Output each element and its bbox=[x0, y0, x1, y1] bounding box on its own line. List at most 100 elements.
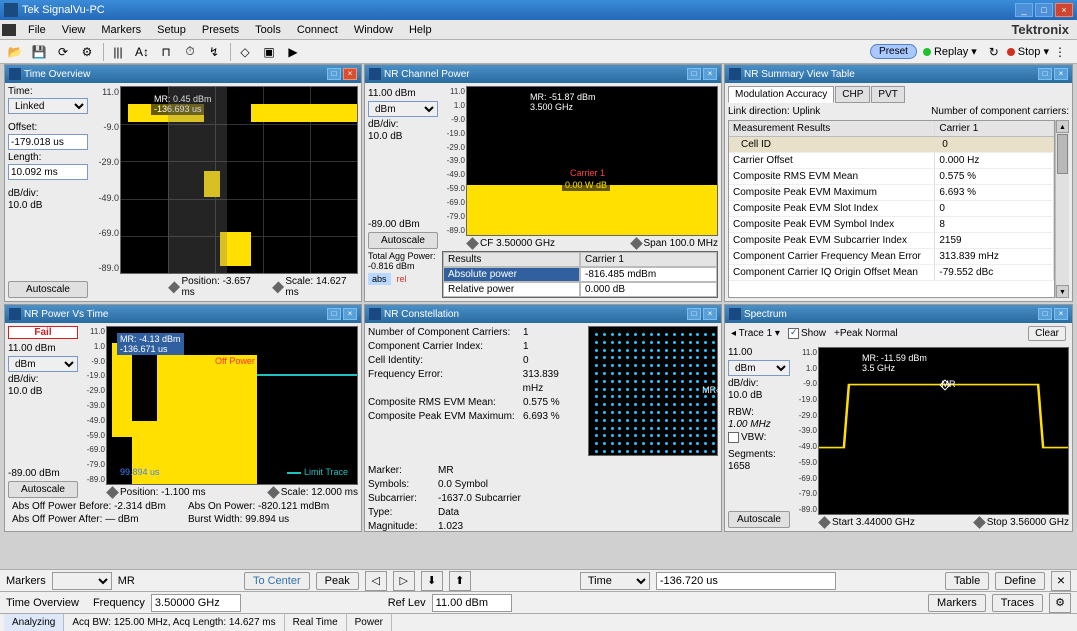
row-key[interactable]: Component Carrier Frequency Mean Error bbox=[729, 249, 935, 264]
row-key[interactable]: Carrier Offset bbox=[729, 153, 935, 168]
preset-button[interactable]: Preset bbox=[870, 44, 917, 59]
offset-input[interactable] bbox=[8, 134, 88, 150]
vbw-label: VBW: bbox=[741, 432, 766, 443]
row-key[interactable]: Component Carrier IQ Origin Offset Mean bbox=[729, 265, 935, 280]
time-overview-plot[interactable]: 11.0-9.0-29.0-49.0-69.0-89.0 MR: 0.45 dB… bbox=[120, 86, 358, 274]
scroll-thumb[interactable] bbox=[1057, 134, 1068, 174]
freq-input[interactable] bbox=[151, 594, 241, 612]
menu-markers[interactable]: Markers bbox=[93, 22, 149, 38]
constellation-plot[interactable]: MR◇ bbox=[588, 326, 718, 456]
panel-close-button[interactable]: × bbox=[703, 308, 717, 320]
replay-control[interactable]: Replay ▾ bbox=[923, 45, 977, 58]
panel-max-button[interactable]: □ bbox=[687, 68, 701, 80]
prev-peak-icon[interactable]: ◁ bbox=[365, 571, 387, 591]
vbw-checkbox[interactable] bbox=[728, 432, 739, 443]
unit-select[interactable]: dBm bbox=[728, 360, 790, 376]
panel-max-button[interactable]: □ bbox=[1038, 308, 1052, 320]
peak-down-icon[interactable]: ⬇ bbox=[421, 571, 443, 591]
close-markers-button[interactable]: × bbox=[1051, 571, 1071, 591]
panel-close-button[interactable]: × bbox=[703, 68, 717, 80]
time-select[interactable]: Time bbox=[580, 572, 650, 590]
show-checkbox[interactable] bbox=[788, 328, 799, 339]
menu-setup[interactable]: Setup bbox=[149, 22, 194, 38]
peak-up-icon[interactable]: ⬆ bbox=[449, 571, 471, 591]
tab-pvt[interactable]: PVT bbox=[871, 86, 904, 103]
row-key[interactable]: Composite Peak EVM Slot Index bbox=[729, 201, 935, 216]
play-icon[interactable]: ▶ bbox=[282, 42, 304, 62]
more-icon[interactable]: ⋮ bbox=[1049, 42, 1071, 62]
time-select[interactable]: Linked bbox=[8, 98, 88, 114]
rel-power-label[interactable]: Relative power bbox=[443, 282, 580, 297]
panel-close-button[interactable]: × bbox=[343, 308, 357, 320]
rel-button[interactable]: rel bbox=[393, 273, 411, 285]
menu-window[interactable]: Window bbox=[346, 22, 401, 38]
spectrum-icon[interactable]: ||| bbox=[107, 42, 129, 62]
panel-close-button[interactable]: × bbox=[1054, 68, 1068, 80]
menu-tools[interactable]: Tools bbox=[247, 22, 289, 38]
marker-tool-icon[interactable]: ◇ bbox=[234, 42, 256, 62]
scrollbar[interactable]: ▲▼ bbox=[1055, 120, 1069, 298]
traces-button[interactable]: Traces bbox=[992, 594, 1043, 612]
bandwidth-icon[interactable]: ⊓ bbox=[155, 42, 177, 62]
stop-control[interactable]: Stop ▾ bbox=[1007, 45, 1049, 58]
tab-mod-acc[interactable]: Modulation Accuracy bbox=[728, 86, 834, 103]
app-menu-icon[interactable] bbox=[2, 24, 16, 36]
autoscale-button[interactable]: Autoscale bbox=[8, 481, 78, 498]
table-button[interactable]: Table bbox=[945, 572, 989, 590]
power-vs-time-plot[interactable]: Clear 11.01.0-9.0-19.0-29.0-39.0-49.0-59… bbox=[106, 326, 358, 485]
refresh-icon[interactable]: ⟳ bbox=[52, 42, 74, 62]
menu-presets[interactable]: Presets bbox=[194, 22, 247, 38]
unit-select[interactable]: dBm bbox=[368, 101, 438, 117]
to-center-button[interactable]: To Center bbox=[244, 572, 310, 590]
length-input[interactable] bbox=[8, 164, 88, 180]
autoscale-button[interactable]: Autoscale bbox=[368, 232, 438, 249]
menu-connect[interactable]: Connect bbox=[289, 22, 346, 38]
menu-view[interactable]: View bbox=[54, 22, 94, 38]
panel-max-button[interactable]: □ bbox=[1038, 68, 1052, 80]
panel-max-button[interactable]: □ bbox=[327, 68, 341, 80]
define-button[interactable]: Define bbox=[995, 572, 1045, 590]
time-icon[interactable]: ⏱ bbox=[179, 42, 201, 62]
loop-icon[interactable]: ↻ bbox=[983, 42, 1005, 62]
autoscale-button[interactable]: Autoscale bbox=[728, 511, 790, 528]
next-peak-icon[interactable]: ▷ bbox=[393, 571, 415, 591]
open-icon[interactable]: 📂 bbox=[4, 42, 26, 62]
channel-power-plot[interactable]: Clear 11.01.0-9.0-19.0-29.0-39.0-49.0-59… bbox=[466, 86, 718, 236]
tab-chp[interactable]: CHP bbox=[835, 86, 870, 103]
trigger-icon[interactable]: ↯ bbox=[203, 42, 225, 62]
peak-button[interactable]: Peak bbox=[316, 572, 359, 590]
ref-lev-input[interactable] bbox=[432, 594, 512, 612]
amplitude-icon[interactable]: A↕ bbox=[131, 42, 153, 62]
gear-icon[interactable]: ⚙ bbox=[76, 42, 98, 62]
time-input[interactable] bbox=[656, 572, 836, 590]
menu-file[interactable]: File bbox=[20, 22, 54, 38]
row-key[interactable]: Composite RMS EVM Mean bbox=[729, 169, 935, 184]
row-key[interactable]: Composite Peak EVM Symbol Index bbox=[729, 217, 935, 232]
scroll-down-icon[interactable]: ▼ bbox=[1056, 285, 1069, 298]
record-icon[interactable]: ▣ bbox=[258, 42, 280, 62]
window-close-button[interactable]: × bbox=[1055, 3, 1073, 17]
panel-close-button[interactable]: × bbox=[343, 68, 357, 80]
row-key[interactable]: Cell ID bbox=[729, 137, 938, 152]
autoscale-button[interactable]: Autoscale bbox=[8, 281, 88, 298]
row-key[interactable]: Composite Peak EVM Subcarrier Index bbox=[729, 233, 935, 248]
spectrum-plot[interactable]: 11.01.0-9.0-19.0-29.0-39.0-49.0-59.0-69.… bbox=[818, 347, 1069, 515]
selection-region[interactable] bbox=[168, 87, 227, 273]
markers-button[interactable]: Markers bbox=[928, 594, 986, 612]
row-key[interactable]: Composite Peak EVM Maximum bbox=[729, 185, 935, 200]
panel-max-button[interactable]: □ bbox=[327, 308, 341, 320]
save-icon[interactable]: 💾 bbox=[28, 42, 50, 62]
window-max-button[interactable]: □ bbox=[1035, 3, 1053, 17]
panel-max-button[interactable]: □ bbox=[687, 308, 701, 320]
scroll-up-icon[interactable]: ▲ bbox=[1056, 120, 1069, 133]
abs-power-label[interactable]: Absolute power bbox=[443, 267, 580, 282]
trace-name[interactable]: Trace 1 bbox=[739, 328, 773, 339]
markers-select[interactable] bbox=[52, 572, 112, 590]
marker-readout: MR: -51.87 dBm 3.500 GHz bbox=[527, 91, 599, 113]
menu-help[interactable]: Help bbox=[401, 22, 440, 38]
unit-select[interactable]: dBm bbox=[8, 356, 78, 372]
clear-button[interactable]: Clear bbox=[1028, 326, 1066, 341]
panel-close-button[interactable]: × bbox=[1054, 308, 1068, 320]
window-min-button[interactable]: _ bbox=[1015, 3, 1033, 17]
abs-button[interactable]: abs bbox=[368, 273, 391, 285]
